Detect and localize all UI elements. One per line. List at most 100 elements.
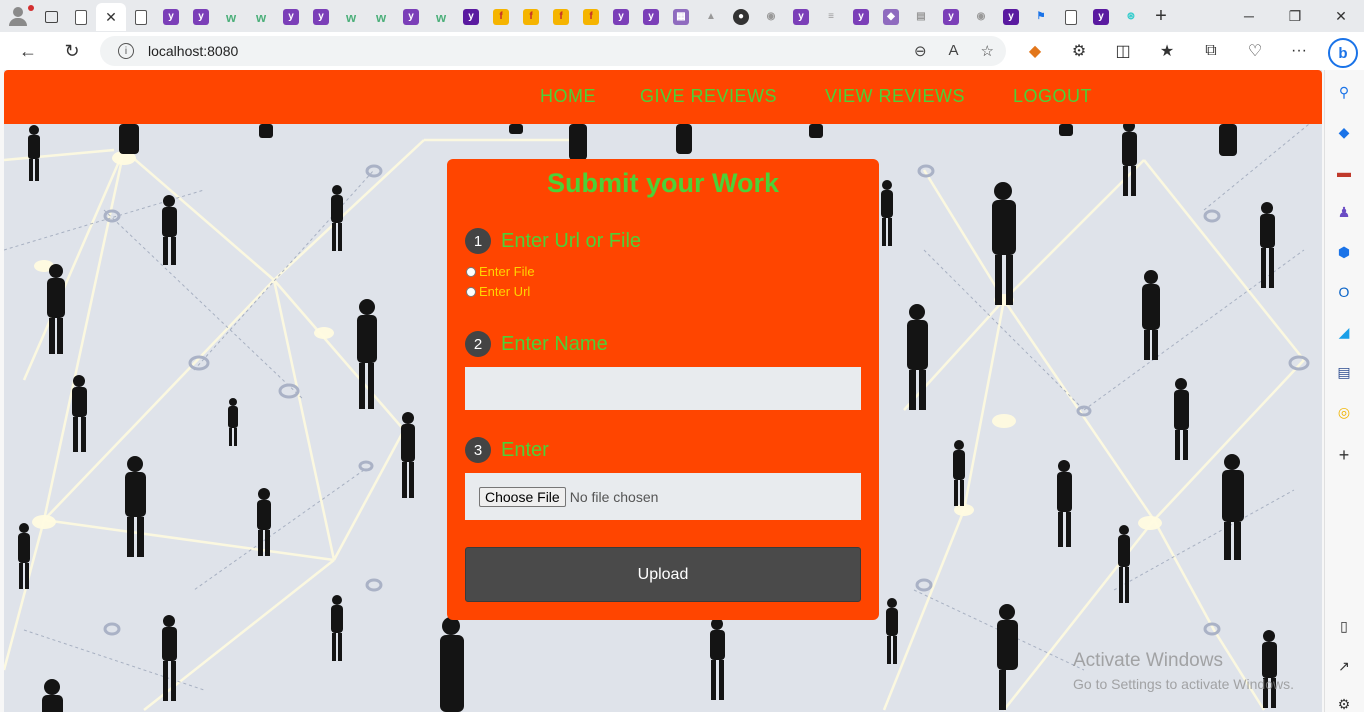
watermark-subtitle: Go to Settings to activate Windows. — [1073, 676, 1294, 692]
radio-enter-file[interactable]: Enter File — [466, 264, 535, 279]
tab-pma[interactable]: ▲ — [696, 3, 726, 31]
tab-pdf[interactable]: ▤ — [906, 3, 936, 31]
zoom-icon[interactable]: ⊖ — [914, 42, 927, 60]
tab-yahoo[interactable]: y — [786, 3, 816, 31]
outlook-icon[interactable]: O — [1334, 282, 1354, 302]
step-label: Enter — [501, 438, 549, 461]
profile-icon[interactable] — [0, 0, 36, 32]
name-input[interactable] — [465, 367, 861, 410]
tools-icon[interactable]: ▬ — [1334, 162, 1354, 182]
tab-yahoo[interactable]: y — [276, 3, 306, 31]
tab-yahoo[interactable]: y — [996, 3, 1026, 31]
tab-eye[interactable]: ◆ — [876, 3, 906, 31]
tab-flag[interactable]: f — [486, 3, 516, 31]
url-box[interactable]: i localhost:8080 ⊖ A ☆ — [100, 36, 1006, 66]
app-ring-icon[interactable]: ◎ — [1334, 402, 1354, 422]
radio-enter-url-input[interactable] — [466, 286, 476, 297]
tab-flag[interactable]: f — [576, 3, 606, 31]
tab-actions-icon[interactable] — [36, 3, 66, 31]
tab-yahoo[interactable]: y — [606, 3, 636, 31]
top-navbar: HOME GIVE REVIEWS VIEW REVIEWS LOGOUT — [4, 70, 1322, 124]
tab-yahoo[interactable]: y — [156, 3, 186, 31]
radio-enter-url[interactable]: Enter Url — [466, 284, 530, 299]
collections-icon[interactable]: ⧉ — [1196, 42, 1226, 60]
games-icon[interactable]: ♟ — [1334, 202, 1354, 222]
tab-stack[interactable]: ≡ — [816, 3, 846, 31]
tab-yahoo[interactable]: y — [396, 3, 426, 31]
read-aloud-icon[interactable]: A — [949, 42, 959, 60]
nav-view-reviews[interactable]: VIEW REVIEWS — [825, 86, 965, 107]
restore-icon[interactable]: ❐ — [1272, 0, 1318, 32]
tab-yahoo[interactable]: y — [636, 3, 666, 31]
address-bar: ← ↻ i localhost:8080 ⊖ A ☆ ◆ ⚙ ◫ ★ ⧉ ♡ ·… — [0, 32, 1364, 70]
nav-home[interactable]: HOME — [540, 86, 596, 107]
form-title: Submit your Work — [546, 168, 780, 198]
tab-w[interactable]: w — [216, 3, 246, 31]
open-external-icon[interactable]: ↗ — [1334, 656, 1354, 676]
step-label: Enter Url or File — [501, 229, 642, 252]
tab-p[interactable]: ▦ — [666, 3, 696, 31]
file-status: No file chosen — [569, 488, 659, 505]
sidebar-panel-icon[interactable]: ▯ — [1334, 616, 1354, 636]
favorites-icon[interactable]: ★ — [1152, 41, 1182, 61]
tab-yahoo[interactable]: y — [456, 3, 486, 31]
tab-page[interactable] — [126, 3, 156, 31]
web-page: HOME GIVE REVIEWS VIEW REVIEWS LOGOUT Su… — [4, 70, 1322, 712]
minimize-icon[interactable]: ─ — [1226, 0, 1272, 32]
search-icon[interactable]: ⚲ — [1334, 82, 1354, 102]
browser-tab-bar: ✕ y y w w y y w w y w y f f f f y y ▦ ▲ … — [0, 0, 1364, 32]
tab-w[interactable]: w — [246, 3, 276, 31]
file-input[interactable]: Choose File No file chosen — [465, 473, 861, 520]
tab-github[interactable]: ● — [726, 3, 756, 31]
tab-yahoo[interactable]: y — [1086, 3, 1116, 31]
tab-yahoo[interactable]: y — [186, 3, 216, 31]
choose-file-button[interactable]: Choose File — [479, 486, 566, 507]
favorite-star-icon[interactable]: ☆ — [981, 42, 994, 60]
split-screen-icon[interactable]: ◫ — [1108, 41, 1138, 61]
tab-github[interactable]: ◉ — [966, 3, 996, 31]
nav-logout[interactable]: LOGOUT — [1013, 86, 1092, 107]
watermark-title: Activate Windows — [1073, 650, 1223, 671]
more-menu-icon[interactable]: ··· — [1284, 42, 1314, 60]
tab-page[interactable] — [66, 3, 96, 31]
tab-page[interactable] — [1056, 3, 1086, 31]
send-icon[interactable]: ◢ — [1334, 322, 1354, 342]
step-label: Enter Name — [501, 332, 608, 355]
tab-flag[interactable]: f — [546, 3, 576, 31]
microsoft365-icon[interactable]: ⬢ — [1334, 242, 1354, 262]
tab-yahoo[interactable]: y — [846, 3, 876, 31]
back-arrow-icon[interactable]: ← — [10, 35, 46, 67]
tab-w[interactable]: w — [336, 3, 366, 31]
reload-icon[interactable]: ↻ — [54, 35, 90, 67]
tab-github[interactable]: ◉ — [756, 3, 786, 31]
performance-icon[interactable]: ♡ — [1240, 41, 1270, 61]
tab-flag[interactable]: ⚑ — [1026, 3, 1056, 31]
upload-button[interactable]: Upload — [465, 547, 861, 602]
window-close-icon[interactable]: ✕ — [1318, 0, 1364, 32]
tab-w[interactable]: w — [426, 3, 456, 31]
tab-yahoo[interactable]: y — [936, 3, 966, 31]
tab-flag[interactable]: f — [516, 3, 546, 31]
site-info-icon[interactable]: i — [118, 43, 134, 59]
app-icon[interactable]: ▤ — [1334, 362, 1354, 382]
step-number: 2 — [465, 331, 491, 357]
metamask-icon[interactable]: ◆ — [1020, 41, 1050, 61]
activate-windows-watermark: Activate Windows Go to Settings to activ… — [1073, 650, 1294, 692]
radio-enter-file-input[interactable] — [466, 266, 476, 277]
radio-label: Enter File — [479, 264, 535, 279]
bing-copilot-icon[interactable]: b — [1328, 38, 1358, 68]
extensions-icon[interactable]: ⚙ — [1064, 41, 1094, 61]
new-tab-icon[interactable]: + — [1146, 5, 1176, 28]
step-3: 3 Enter — [465, 437, 549, 463]
close-icon[interactable]: ✕ — [105, 9, 117, 26]
add-sidebar-icon[interactable]: + — [1334, 445, 1354, 465]
settings-gear-icon[interactable]: ⚙ — [1334, 694, 1354, 712]
nav-give-reviews[interactable]: GIVE REVIEWS — [640, 86, 777, 107]
tab-app[interactable]: ⊛ — [1116, 3, 1146, 31]
shopping-tag-icon[interactable]: ◆ — [1334, 122, 1354, 142]
tab-yahoo[interactable]: y — [306, 3, 336, 31]
url-text[interactable]: localhost:8080 — [148, 43, 238, 59]
radio-label: Enter Url — [479, 284, 531, 299]
tab-w[interactable]: w — [366, 3, 396, 31]
tab-active-close[interactable]: ✕ — [96, 3, 126, 31]
